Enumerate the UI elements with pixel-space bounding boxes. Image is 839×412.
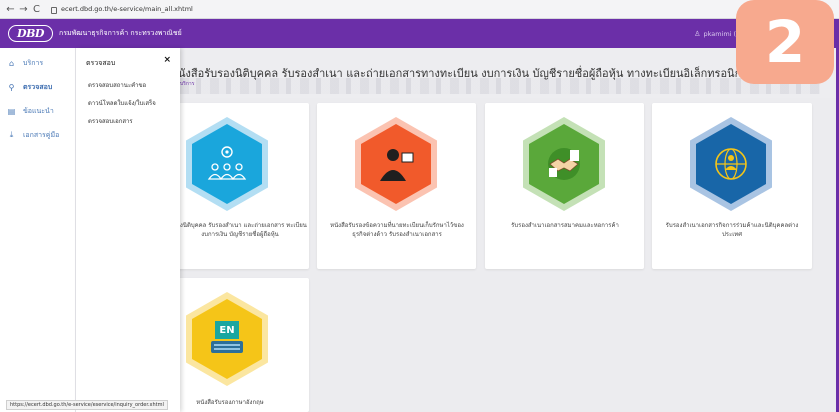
inspect-submenu: ตรวจสอบ × ตรวจสอบสถานะคำขอ ดาวน์โหลดใบแจ… — [76, 48, 180, 412]
browser-toolbar: ← → C ecert.dbd.go.th/e-service/main_all… — [0, 0, 839, 19]
page-title: นังสือรับรองนิติบุคคล รับรองสำเนา และถ่า… — [178, 67, 748, 80]
service-card-joint-venture[interactable]: รับรองสำเนาเอกสารกิจการร่วมค้าและนิติบุค… — [652, 103, 812, 269]
hex-frame-blue — [186, 117, 268, 211]
app-header: DBD กรมพัฒนาธุรกิจการค้า กระทรวงพาณิชย์ … — [0, 19, 839, 48]
en-badge: EN — [215, 321, 239, 339]
hex-frame-yellow: EN — [186, 292, 268, 386]
sidebar-item-label: ตรวจสอบ — [23, 82, 53, 91]
hex-frame-navy — [690, 117, 772, 211]
hex-frame-green — [523, 117, 605, 211]
document-icon: ▤ — [7, 106, 16, 116]
close-icon[interactable]: × — [163, 55, 171, 65]
submenu-item-status[interactable]: ตรวจสอบสถานะคำขอ — [88, 80, 146, 90]
submenu-item-download[interactable]: ดาวน์โหลดใบแจ้ง/ใบเสร็จ — [88, 98, 156, 108]
handshake-icon — [548, 148, 580, 180]
sidebar-item-label: ข้อแนะนำ — [23, 106, 54, 115]
reload-icon[interactable]: C — [30, 0, 43, 19]
submenu-item-documents[interactable]: ตรวจสอบเอกสาร — [88, 116, 133, 126]
people-location-icon — [207, 146, 247, 180]
sidebar-item-inspect[interactable]: ⚲ ตรวจสอบ — [6, 80, 74, 94]
card-label: รองนิติบุคคล รับรองสำเนา และถ่ายเอกสาร ท… — [173, 222, 307, 238]
lock-icon — [51, 6, 57, 14]
address-text: ecert.dbd.go.th/e-service/main_all.xhtml — [61, 5, 193, 13]
service-card-foreign-business[interactable]: หนังสือรับรองข้อความที่นายทะเบียนเก็บรัก… — [317, 103, 476, 269]
download-icon: ⤓ — [9, 130, 14, 139]
search-icon: ⚲ — [8, 82, 15, 92]
sidebar-item-label: บริการ — [23, 58, 44, 67]
sidebar-item-manuals[interactable]: ⤓ เอกสารคู่มือ — [6, 128, 74, 142]
sidebar: ⌂ บริการ ⚲ ตรวจสอบ ▤ ข้อแนะนำ ⤓ เอกสารคู… — [0, 48, 76, 412]
address-bar[interactable]: ecert.dbd.go.th/e-service/main_all.xhtml — [51, 3, 651, 16]
service-card-association[interactable]: รับรองสำเนาเอกสารสมาคมและหอการค้า — [485, 103, 644, 269]
status-bar-url: https://ecert.dbd.go.th/e-service/eservi… — [6, 400, 168, 410]
user-icon: ♙ — [694, 29, 701, 38]
forward-icon[interactable]: → — [17, 0, 30, 19]
dbd-logo[interactable]: DBD — [8, 25, 53, 42]
sidebar-item-services[interactable]: ⌂ บริการ — [6, 56, 74, 70]
step-number-badge: 2 — [736, 0, 834, 84]
business-person-icon — [380, 149, 414, 181]
card-label: หนังสือรับรองภาษาอังกฤษ — [196, 399, 264, 406]
app-title: กรมพัฒนาธุรกิจการค้า กระทรวงพาณิชย์ — [59, 29, 182, 37]
card-label: หนังสือรับรองข้อความที่นายทะเบียนเก็บรัก… — [330, 222, 464, 238]
home-icon: ⌂ — [8, 58, 15, 68]
hex-frame-orange — [355, 117, 437, 211]
card-label: รับรองสำเนาเอกสารสมาคมและหอการค้า — [511, 222, 619, 229]
back-icon[interactable]: ← — [4, 0, 17, 19]
english-document-icon: EN — [209, 319, 245, 359]
breadcrumb[interactable]: บริการ — [180, 80, 194, 88]
card-label: รับรองสำเนาเอกสารกิจการร่วมค้าและนิติบุค… — [665, 222, 799, 238]
submenu-title: ตรวจสอบ — [86, 59, 116, 67]
sidebar-item-guide[interactable]: ▤ ข้อแนะนำ — [6, 104, 74, 118]
sidebar-item-label: เอกสารคู่มือ — [23, 130, 60, 139]
globe-people-icon — [715, 148, 747, 180]
